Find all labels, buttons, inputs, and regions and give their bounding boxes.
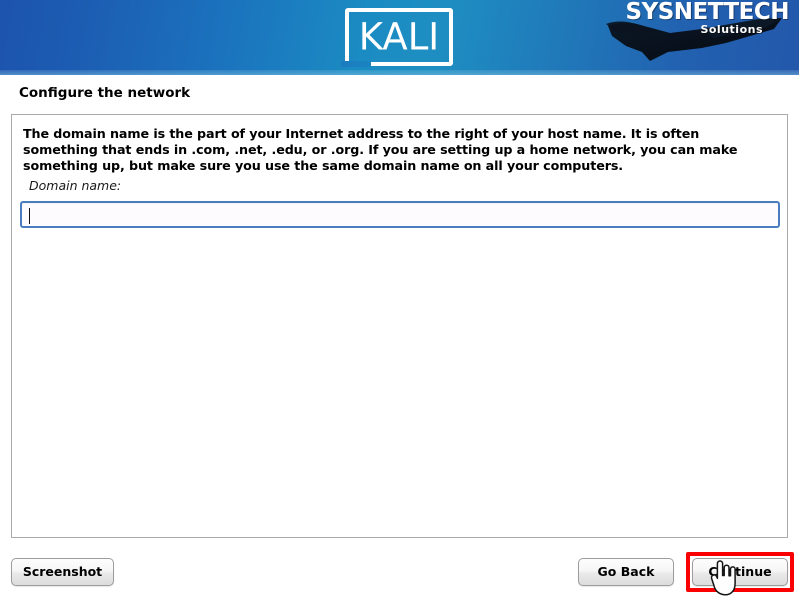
brand-title: SYSNETTECH [625,0,790,25]
kali-logo: KALI [341,8,453,67]
content-panel: The domain name is the part of your Inte… [11,114,788,538]
sysnettech-logo: SYSNETTECH Solutions [606,0,791,70]
installer-window: KALI SYSNETTECH Solutions Configure the … [0,0,799,600]
page-title: Configure the network [19,85,191,101]
text-caret [29,208,30,224]
header-banner: KALI SYSNETTECH Solutions [0,0,799,75]
description-text: The domain name is the part of your Inte… [23,126,738,174]
continue-button[interactable]: Continue [692,558,788,586]
kali-logo-notch [341,60,371,67]
screenshot-button[interactable]: Screenshot [11,558,114,586]
domain-name-input[interactable] [20,201,780,228]
kali-logo-text: KALI [358,15,440,59]
go-back-button[interactable]: Go Back [578,558,674,586]
brand-subtitle: Solutions [700,23,763,36]
domain-name-label: Domain name: [29,178,122,193]
